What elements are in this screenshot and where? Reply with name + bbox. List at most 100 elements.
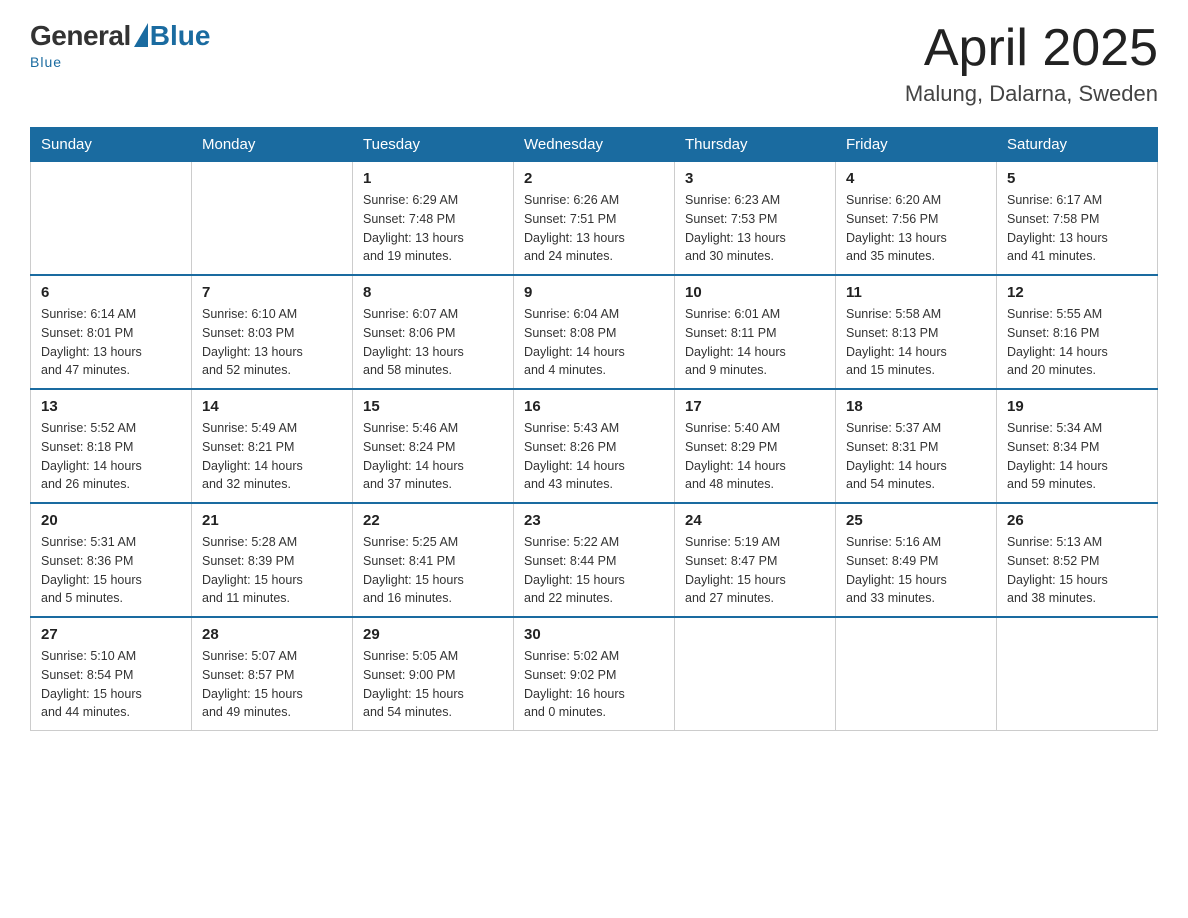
calendar-cell: 13Sunrise: 5:52 AM Sunset: 8:18 PM Dayli…: [31, 389, 192, 503]
day-info: Sunrise: 6:04 AM Sunset: 8:08 PM Dayligh…: [524, 305, 664, 380]
logo-triangle-icon: [134, 23, 148, 47]
day-info: Sunrise: 6:17 AM Sunset: 7:58 PM Dayligh…: [1007, 191, 1147, 266]
day-number: 15: [363, 398, 503, 415]
day-info: Sunrise: 6:29 AM Sunset: 7:48 PM Dayligh…: [363, 191, 503, 266]
day-info: Sunrise: 5:49 AM Sunset: 8:21 PM Dayligh…: [202, 419, 342, 494]
day-info: Sunrise: 5:02 AM Sunset: 9:02 PM Dayligh…: [524, 647, 664, 722]
day-number: 18: [846, 398, 986, 415]
day-info: Sunrise: 5:25 AM Sunset: 8:41 PM Dayligh…: [363, 533, 503, 608]
weekday-header-row: SundayMondayTuesdayWednesdayThursdayFrid…: [31, 128, 1158, 162]
day-info: Sunrise: 6:01 AM Sunset: 8:11 PM Dayligh…: [685, 305, 825, 380]
day-number: 13: [41, 398, 181, 415]
day-info: Sunrise: 5:34 AM Sunset: 8:34 PM Dayligh…: [1007, 419, 1147, 494]
weekday-header-wednesday: Wednesday: [514, 128, 675, 162]
calendar-week-2: 6 Sunrise: 6:14 AM Sunset: 8:01 PM Daylig…: [31, 275, 1158, 389]
day-number: 9: [524, 284, 664, 301]
logo-blue-text: Blue: [150, 20, 211, 52]
calendar-week-3: 13Sunrise: 5:52 AM Sunset: 8:18 PM Dayli…: [31, 389, 1158, 503]
calendar-cell: 17 Sunrise: 5:40 AM Sunset: 8:29 PM Dayli…: [675, 389, 836, 503]
month-title: April 2025: [905, 20, 1158, 77]
calendar-week-5: 27Sunrise: 5:10 AM Sunset: 8:54 PM Dayli…: [31, 617, 1158, 731]
day-number: 21: [202, 512, 342, 529]
day-number: 28: [202, 626, 342, 643]
day-info: Sunrise: 6:23 AM Sunset: 7:53 PM Dayligh…: [685, 191, 825, 266]
day-number: 3: [685, 170, 825, 187]
calendar-cell: 11 Sunrise: 5:58 AM Sunset: 8:13 PM Dayli…: [836, 275, 997, 389]
calendar-cell: 29Sunrise: 5:05 AM Sunset: 9:00 PM Dayli…: [353, 617, 514, 731]
day-info: Sunrise: 6:10 AM Sunset: 8:03 PM Dayligh…: [202, 305, 342, 380]
calendar-cell: 1 Sunrise: 6:29 AM Sunset: 7:48 PM Daylig…: [353, 162, 514, 276]
day-info: Sunrise: 6:26 AM Sunset: 7:51 PM Dayligh…: [524, 191, 664, 266]
calendar-cell: [997, 617, 1158, 731]
weekday-header-friday: Friday: [836, 128, 997, 162]
weekday-header-monday: Monday: [192, 128, 353, 162]
calendar-cell: 2Sunrise: 6:26 AM Sunset: 7:51 PM Daylig…: [514, 162, 675, 276]
day-number: 7: [202, 284, 342, 301]
calendar-cell: 9 Sunrise: 6:04 AM Sunset: 8:08 PM Daylig…: [514, 275, 675, 389]
day-info: Sunrise: 5:28 AM Sunset: 8:39 PM Dayligh…: [202, 533, 342, 608]
day-number: 20: [41, 512, 181, 529]
calendar-cell: 12Sunrise: 5:55 AM Sunset: 8:16 PM Dayli…: [997, 275, 1158, 389]
location-title: Malung, Dalarna, Sweden: [905, 81, 1158, 107]
calendar-cell: 26 Sunrise: 5:13 AM Sunset: 8:52 PM Dayli…: [997, 503, 1158, 617]
day-info: Sunrise: 5:19 AM Sunset: 8:47 PM Dayligh…: [685, 533, 825, 608]
calendar-cell: [836, 617, 997, 731]
calendar-cell: 15 Sunrise: 5:46 AM Sunset: 8:24 PM Dayli…: [353, 389, 514, 503]
day-info: Sunrise: 6:14 AM Sunset: 8:01 PM Dayligh…: [41, 305, 181, 380]
calendar-cell: 25Sunrise: 5:16 AM Sunset: 8:49 PM Dayli…: [836, 503, 997, 617]
day-number: 26: [1007, 512, 1147, 529]
calendar-table: SundayMondayTuesdayWednesdayThursdayFrid…: [30, 127, 1158, 731]
day-info: Sunrise: 6:20 AM Sunset: 7:56 PM Dayligh…: [846, 191, 986, 266]
day-info: Sunrise: 5:13 AM Sunset: 8:52 PM Dayligh…: [1007, 533, 1147, 608]
day-info: Sunrise: 5:58 AM Sunset: 8:13 PM Dayligh…: [846, 305, 986, 380]
weekday-header-thursday: Thursday: [675, 128, 836, 162]
calendar-cell: [675, 617, 836, 731]
calendar-cell: 22 Sunrise: 5:25 AM Sunset: 8:41 PM Dayli…: [353, 503, 514, 617]
weekday-header-tuesday: Tuesday: [353, 128, 514, 162]
calendar-cell: 27Sunrise: 5:10 AM Sunset: 8:54 PM Dayli…: [31, 617, 192, 731]
day-number: 14: [202, 398, 342, 415]
calendar-cell: 23 Sunrise: 5:22 AM Sunset: 8:44 PM Dayli…: [514, 503, 675, 617]
day-number: 24: [685, 512, 825, 529]
day-number: 22: [363, 512, 503, 529]
day-number: 19: [1007, 398, 1147, 415]
calendar-cell: [192, 162, 353, 276]
day-info: Sunrise: 5:40 AM Sunset: 8:29 PM Dayligh…: [685, 419, 825, 494]
day-number: 16: [524, 398, 664, 415]
day-number: 6: [41, 284, 181, 301]
calendar-cell: 21 Sunrise: 5:28 AM Sunset: 8:39 PM Dayli…: [192, 503, 353, 617]
calendar-cell: 18 Sunrise: 5:37 AM Sunset: 8:31 PM Dayli…: [836, 389, 997, 503]
day-number: 11: [846, 284, 986, 301]
day-number: 23: [524, 512, 664, 529]
day-number: 10: [685, 284, 825, 301]
day-info: Sunrise: 5:16 AM Sunset: 8:49 PM Dayligh…: [846, 533, 986, 608]
day-info: Sunrise: 5:07 AM Sunset: 8:57 PM Dayligh…: [202, 647, 342, 722]
day-number: 30: [524, 626, 664, 643]
logo: General Blue Blue: [30, 20, 210, 70]
calendar-cell: 7 Sunrise: 6:10 AM Sunset: 8:03 PM Daylig…: [192, 275, 353, 389]
weekday-header-saturday: Saturday: [997, 128, 1158, 162]
day-number: 5: [1007, 170, 1147, 187]
day-number: 1: [363, 170, 503, 187]
calendar-cell: 5 Sunrise: 6:17 AM Sunset: 7:58 PM Daylig…: [997, 162, 1158, 276]
calendar-week-4: 20Sunrise: 5:31 AM Sunset: 8:36 PM Dayli…: [31, 503, 1158, 617]
calendar-cell: 24 Sunrise: 5:19 AM Sunset: 8:47 PM Dayli…: [675, 503, 836, 617]
day-info: Sunrise: 5:22 AM Sunset: 8:44 PM Dayligh…: [524, 533, 664, 608]
day-info: Sunrise: 5:43 AM Sunset: 8:26 PM Dayligh…: [524, 419, 664, 494]
calendar-cell: 19 Sunrise: 5:34 AM Sunset: 8:34 PM Dayli…: [997, 389, 1158, 503]
day-info: Sunrise: 5:37 AM Sunset: 8:31 PM Dayligh…: [846, 419, 986, 494]
day-number: 8: [363, 284, 503, 301]
calendar-cell: 4Sunrise: 6:20 AM Sunset: 7:56 PM Daylig…: [836, 162, 997, 276]
calendar-week-1: 1 Sunrise: 6:29 AM Sunset: 7:48 PM Daylig…: [31, 162, 1158, 276]
day-info: Sunrise: 6:07 AM Sunset: 8:06 PM Dayligh…: [363, 305, 503, 380]
calendar-cell: 10 Sunrise: 6:01 AM Sunset: 8:11 PM Dayli…: [675, 275, 836, 389]
day-info: Sunrise: 5:10 AM Sunset: 8:54 PM Dayligh…: [41, 647, 181, 722]
calendar-cell: 28 Sunrise: 5:07 AM Sunset: 8:57 PM Dayli…: [192, 617, 353, 731]
day-number: 29: [363, 626, 503, 643]
calendar-cell: [31, 162, 192, 276]
day-number: 17: [685, 398, 825, 415]
calendar-cell: 30 Sunrise: 5:02 AM Sunset: 9:02 PM Dayli…: [514, 617, 675, 731]
page-header: General Blue Blue April 2025 Malung, Dal…: [30, 20, 1158, 107]
calendar-cell: 8 Sunrise: 6:07 AM Sunset: 8:06 PM Daylig…: [353, 275, 514, 389]
day-info: Sunrise: 5:46 AM Sunset: 8:24 PM Dayligh…: [363, 419, 503, 494]
